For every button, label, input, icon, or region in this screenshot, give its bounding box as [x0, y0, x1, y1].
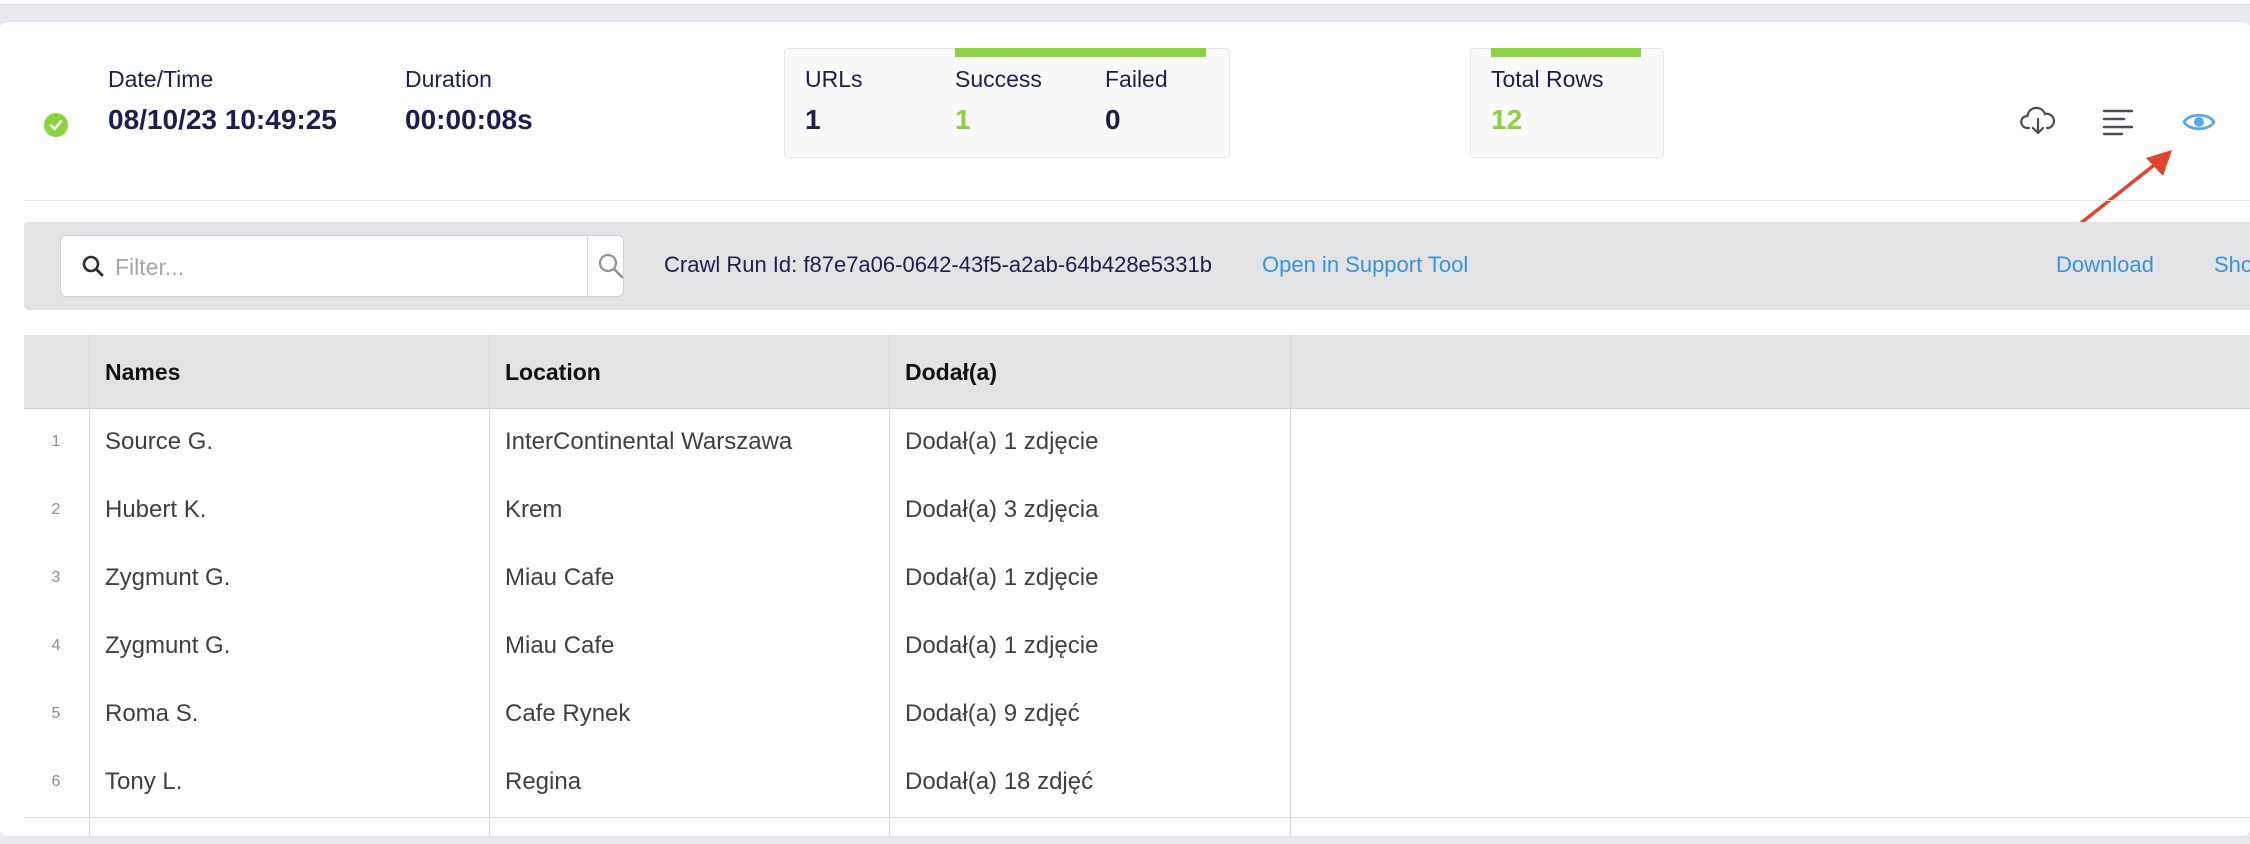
- table-row[interactable]: 1 Source G. InterContinental Warszawa Do…: [24, 409, 2250, 478]
- show-link[interactable]: Sho: [2214, 252, 2250, 278]
- datetime-value: 08/10/23 10:49:25: [108, 104, 337, 135]
- search-button-icon[interactable]: [597, 252, 625, 285]
- cell-added: Dodał(a) 18 zdjęć: [905, 768, 1094, 795]
- total-rows-label: Total Rows: [1491, 66, 1604, 92]
- cell-name: Zygmunt G.: [105, 564, 231, 591]
- crawl-run-id: Crawl Run Id: f87e7a06-0642-43f5-a2ab-64…: [664, 252, 1212, 277]
- filter-input[interactable]: [113, 244, 557, 290]
- top-strip: [0, 0, 2250, 5]
- cell-name: Roma S.: [105, 700, 199, 727]
- cell-name: Tony L.: [105, 768, 183, 795]
- cell-added: Dodał(a) 1 zdjęcie: [905, 564, 1099, 591]
- cell-name: Hubert K.: [105, 496, 207, 523]
- row-number: 2: [51, 501, 61, 518]
- search-icon: [81, 254, 105, 283]
- column-divider: [489, 335, 490, 836]
- cell-location: Cafe Rynek: [505, 700, 631, 727]
- column-divider: [889, 335, 890, 836]
- filter-box: [60, 235, 624, 297]
- table-row[interactable]: 5 Roma S. Cafe Rynek Dodał(a) 9 zdjęć: [24, 681, 2250, 750]
- cell-added: Dodał(a) 1 zdjęcie: [905, 632, 1099, 659]
- row-number: 4: [51, 637, 61, 654]
- cell-location: InterContinental Warszawa: [505, 428, 793, 455]
- success-value: 1: [955, 104, 971, 135]
- row-number: 6: [51, 773, 61, 790]
- table-row[interactable]: 2 Hubert K. Krem Dodał(a) 3 zdjęcia: [24, 477, 2250, 546]
- column-divider: [89, 335, 90, 836]
- header-divider: [24, 200, 2250, 201]
- total-rows-box: [1470, 48, 1664, 158]
- row-number: 5: [51, 705, 61, 722]
- urls-label: URLs: [805, 66, 863, 92]
- cell-location: Regina: [505, 768, 582, 795]
- cell-added: Dodał(a) 3 zdjęcia: [905, 496, 1099, 523]
- table-row[interactable]: 4 Zygmunt G. Miau Cafe Dodał(a) 1 zdjęci…: [24, 613, 2250, 682]
- success-check-icon: [44, 113, 68, 137]
- column-header-names[interactable]: Names: [105, 359, 180, 386]
- row-number: 3: [51, 569, 61, 586]
- duration-value: 00:00:08s: [405, 104, 533, 135]
- filter-separator: [587, 236, 588, 296]
- urls-value: 1: [805, 104, 821, 135]
- total-rows-bar: [1491, 48, 1641, 57]
- success-label: Success: [955, 66, 1042, 92]
- success-progress-bar: [955, 48, 1206, 57]
- row-number: 1: [51, 433, 61, 450]
- total-rows-value: 12: [1491, 104, 1523, 135]
- column-divider: [1290, 335, 1291, 836]
- cloud-download-icon[interactable]: [2020, 106, 2056, 141]
- table-row[interactable]: 3 Zygmunt G. Miau Cafe Dodał(a) 1 zdjęci…: [24, 545, 2250, 614]
- table-row[interactable]: 6 Tony L. Regina Dodał(a) 18 zdjęć: [24, 749, 2250, 818]
- column-header-added[interactable]: Dodał(a): [905, 359, 997, 386]
- cell-added: Dodał(a) 1 zdjęcie: [905, 428, 1099, 455]
- duration-label: Duration: [405, 66, 492, 92]
- cell-location: Miau Cafe: [505, 632, 615, 659]
- cell-name: Source G.: [105, 428, 214, 455]
- open-support-tool-link[interactable]: Open in Support Tool: [1262, 252, 1468, 278]
- failed-value: 0: [1105, 104, 1121, 135]
- failed-label: Failed: [1105, 66, 1168, 92]
- crawl-run-card: Date/Time 08/10/23 10:49:25 Duration 00:…: [0, 22, 2250, 836]
- table-header: Names Location Dodał(a): [24, 335, 2250, 409]
- download-link[interactable]: Download: [2056, 252, 2154, 278]
- cell-added: Dodał(a) 9 zdjęć: [905, 700, 1080, 727]
- cell-name: Zygmunt G.: [105, 632, 231, 659]
- cell-location: Krem: [505, 496, 563, 523]
- results-toolbar: Crawl Run Id: f87e7a06-0642-43f5-a2ab-64…: [24, 222, 2250, 310]
- cell-location: Miau Cafe: [505, 564, 615, 591]
- datetime-label: Date/Time: [108, 66, 214, 92]
- urls-stats-box: [784, 48, 1230, 158]
- column-header-location[interactable]: Location: [505, 359, 601, 386]
- align-left-icon[interactable]: [2102, 108, 2134, 141]
- eye-icon[interactable]: [2182, 110, 2216, 139]
- results-table: Names Location Dodał(a) 1 Source G. Inte…: [24, 335, 2250, 836]
